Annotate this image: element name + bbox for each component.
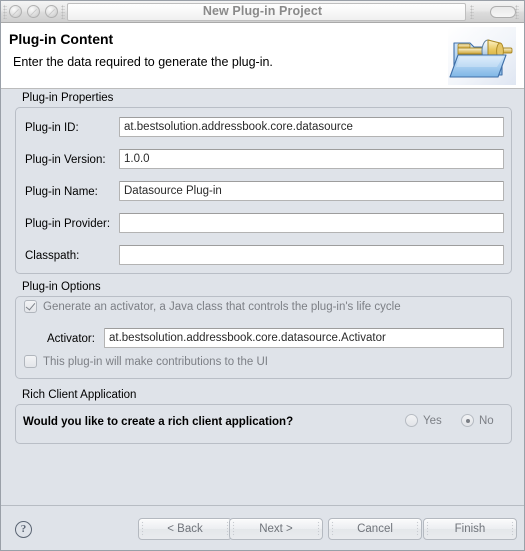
rcp-radio-yes-indicator[interactable] — [405, 414, 418, 427]
generate-activator-checkbox-row[interactable]: Generate an activator, a Java class that… — [24, 300, 401, 313]
page-title: Plug-in Content — [9, 31, 114, 47]
ui-contributions-label: This plug-in will make contributions to … — [43, 355, 268, 368]
plugin-version-input[interactable]: 1.0.0 — [119, 149, 504, 169]
cancel-button-grip-left — [331, 521, 334, 537]
rcp-radio-yes[interactable]: Yes — [405, 414, 442, 427]
field-label-activator: Activator: — [47, 333, 95, 345]
field-label-plugin-name: Plug-in Name: — [25, 186, 98, 198]
finish-button-grip-left — [426, 521, 429, 537]
generate-activator-checkbox[interactable] — [24, 300, 37, 313]
plugin-folder-icon — [448, 27, 516, 85]
titlebar-texture-right — [515, 5, 519, 19]
next-button[interactable]: Next > — [229, 518, 323, 540]
back-button-label: < Back — [167, 523, 203, 535]
window-titlebar[interactable]: New Plug-in Project — [1, 1, 524, 23]
rcp-question-label: Would you like to create a rich client a… — [23, 416, 294, 428]
back-button[interactable]: < Back — [138, 518, 232, 540]
wizard-footer: ? < Back Next > Cancel Finish — [1, 505, 524, 550]
field-label-classpath: Classpath: — [25, 250, 80, 262]
toolbar-toggle-button[interactable] — [490, 6, 516, 18]
next-button-grip-right — [317, 521, 320, 537]
rcp-radio-no-indicator[interactable] — [461, 414, 474, 427]
page-subtitle: Enter the data required to generate the … — [13, 55, 273, 69]
wizard-content: Plug-in Properties Plug-in ID: at.bestso… — [1, 89, 524, 505]
group-label-plugin-options: Plug-in Options — [22, 281, 101, 293]
field-label-plugin-provider: Plug-in Provider: — [25, 218, 111, 230]
activator-input[interactable]: at.bestsolution.addressbook.core.datasou… — [104, 328, 504, 348]
window-title: New Plug-in Project — [202, 4, 323, 18]
help-icon[interactable]: ? — [15, 521, 32, 538]
field-label-plugin-id: Plug-in ID: — [25, 122, 79, 134]
titlebar-texture-midright — [470, 5, 474, 19]
plugin-id-input[interactable]: at.bestsolution.addressbook.core.datasou… — [119, 117, 504, 137]
ui-contributions-checkbox-row[interactable]: This plug-in will make contributions to … — [24, 355, 268, 368]
next-button-grip-left — [232, 521, 235, 537]
back-button-grip-left — [141, 521, 144, 537]
cancel-button-grip-right — [416, 521, 419, 537]
plugin-name-input[interactable]: Datasource Plug-in — [119, 181, 504, 201]
generate-activator-label: Generate an activator, a Java class that… — [43, 300, 401, 313]
classpath-input[interactable] — [119, 245, 504, 265]
plugin-provider-input[interactable] — [119, 213, 504, 233]
finish-button-grip-right — [511, 521, 514, 537]
next-button-label: Next > — [259, 523, 293, 535]
cancel-button-label: Cancel — [357, 523, 393, 535]
finish-button-label: Finish — [454, 523, 486, 535]
rcp-radio-no-label: No — [479, 414, 494, 427]
field-label-plugin-version: Plug-in Version: — [25, 154, 106, 166]
cancel-button[interactable]: Cancel — [328, 518, 422, 540]
group-label-rich-client-application: Rich Client Application — [22, 389, 137, 401]
ui-contributions-checkbox[interactable] — [24, 355, 37, 368]
rcp-radio-yes-label: Yes — [423, 414, 442, 427]
rcp-radio-no[interactable]: No — [461, 414, 494, 427]
finish-button[interactable]: Finish — [423, 518, 517, 540]
group-label-plugin-properties: Plug-in Properties — [22, 92, 114, 104]
wizard-header: Plug-in Content Enter the data required … — [1, 23, 524, 89]
new-plugin-project-window: New Plug-in Project Plug-in Content Ente… — [0, 0, 525, 551]
